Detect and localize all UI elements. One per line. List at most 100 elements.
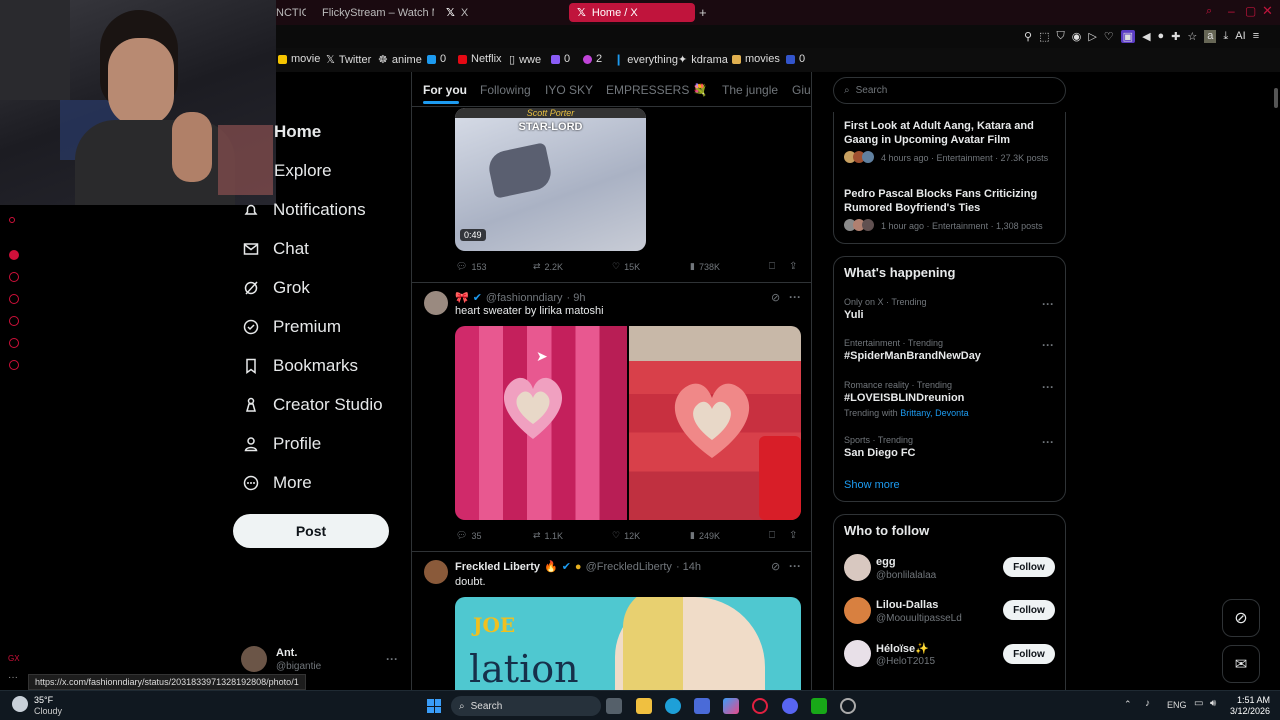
grok-float-button[interactable]: ⊘ bbox=[1222, 599, 1260, 637]
nav-notifications[interactable]: Notifications bbox=[243, 200, 366, 220]
tab-following[interactable]: Following bbox=[480, 83, 531, 97]
trend-name[interactable]: Yuli bbox=[844, 309, 864, 321]
views-button[interactable]: ▮ 249K bbox=[690, 530, 720, 541]
bookmark-item[interactable]: ❙ everything bbox=[614, 53, 678, 67]
close-icon[interactable]: ✕ bbox=[1262, 3, 1273, 19]
mic-icon[interactable]: ♪ bbox=[1145, 698, 1150, 709]
views-button[interactable]: ▮ 738K bbox=[690, 261, 720, 272]
tab-giul[interactable]: Giul bbox=[792, 83, 810, 97]
bookmark-item[interactable]: movies bbox=[732, 53, 780, 65]
sweater-image-2[interactable] bbox=[629, 326, 801, 520]
avatar[interactable] bbox=[424, 560, 448, 584]
author-name[interactable]: Freckled Liberty bbox=[455, 561, 540, 573]
browser-tab-active[interactable]: 𝕏 Home / X bbox=[569, 3, 695, 22]
avatar[interactable] bbox=[844, 554, 871, 581]
avatar[interactable] bbox=[241, 646, 267, 672]
play-icon[interactable] bbox=[9, 272, 19, 282]
windows-start-icon[interactable] bbox=[427, 699, 441, 713]
xbox-icon[interactable] bbox=[811, 698, 827, 714]
trend-name[interactable]: #LOVEISBLINDreunion bbox=[844, 392, 964, 404]
tweet-time[interactable]: · 14h bbox=[676, 561, 701, 573]
nav-grok[interactable]: Grok bbox=[243, 278, 310, 298]
post-button[interactable]: Post bbox=[233, 514, 389, 548]
profile-icon[interactable]: a bbox=[1204, 30, 1217, 43]
tweet-more-icon[interactable]: ··· bbox=[789, 559, 801, 573]
menu-icon[interactable]: ≡ bbox=[1253, 30, 1259, 43]
star-icon[interactable]: ☆ bbox=[1187, 30, 1197, 43]
nav-explore[interactable]: Explore bbox=[274, 161, 332, 181]
show-more-link[interactable]: Show more bbox=[844, 479, 900, 491]
clock-date[interactable]: 3/12/2026 bbox=[1226, 706, 1270, 716]
news-title[interactable]: Pedro Pascal Blocks Fans Criticizing Rum… bbox=[844, 187, 1056, 215]
more-icon[interactable]: ··· bbox=[8, 672, 18, 683]
trend-more-icon[interactable]: ··· bbox=[1042, 297, 1054, 311]
bookmark-icon[interactable] bbox=[9, 294, 19, 304]
follow-name[interactable]: Lilou-Dallas bbox=[876, 599, 938, 611]
reply-button[interactable]: 💬︎ 153 bbox=[456, 261, 486, 272]
ai-button[interactable]: AI bbox=[1235, 30, 1245, 43]
trend-more-icon[interactable]: ··· bbox=[1042, 380, 1054, 394]
messenger-icon[interactable] bbox=[9, 250, 19, 260]
repost-button[interactable]: ⇄ 2.2K bbox=[533, 261, 563, 272]
author-handle[interactable]: @FreckledLiberty bbox=[586, 561, 672, 573]
minimize-icon[interactable]: – bbox=[1228, 4, 1235, 18]
twitch-icon[interactable]: ▣ bbox=[1120, 30, 1136, 43]
bookmark-item[interactable]: movie bbox=[278, 53, 320, 65]
bookmark-item[interactable]: ☸ anime bbox=[378, 53, 422, 67]
tab-iyo-sky[interactable]: IYO SKY bbox=[545, 83, 593, 97]
trend-more-icon[interactable]: ··· bbox=[1042, 338, 1054, 352]
trend-name[interactable]: San Diego FC bbox=[844, 447, 916, 459]
tweet-media[interactable]: JOE lation bbox=[455, 597, 801, 690]
grok-icon[interactable]: ⊘ bbox=[771, 560, 780, 573]
settings-icon[interactable] bbox=[840, 698, 856, 714]
play-icon[interactable]: ▷ bbox=[1088, 30, 1096, 43]
grok-icon[interactable]: ⊘ bbox=[771, 291, 780, 304]
avatar[interactable] bbox=[424, 291, 448, 315]
bookmark-item[interactable]: 2 bbox=[583, 53, 602, 65]
bookmark-item[interactable]: 0 bbox=[427, 53, 446, 65]
opera-gx-icon[interactable] bbox=[752, 698, 768, 714]
task-view-icon[interactable] bbox=[606, 698, 622, 714]
video-player[interactable]: Scott Porter STAR-LORD 0:49 bbox=[455, 108, 646, 251]
follow-button[interactable]: Follow bbox=[1003, 644, 1055, 664]
follow-button[interactable]: Follow bbox=[1003, 557, 1055, 577]
account-name[interactable]: Ant. bbox=[276, 647, 297, 659]
tab-the-jungle[interactable]: The jungle bbox=[722, 83, 778, 97]
file-explorer-icon[interactable] bbox=[636, 698, 652, 714]
volume-icon[interactable]: 🔊︎ bbox=[1210, 698, 1216, 709]
repost-button[interactable]: ⇄ 1.1K bbox=[533, 530, 563, 541]
tab-for-you[interactable]: For you bbox=[423, 83, 467, 97]
avatar[interactable] bbox=[844, 597, 871, 624]
tray-chevron-icon[interactable]: ⌃ bbox=[1124, 699, 1132, 710]
browser-tab[interactable]: 𝕏X bbox=[446, 3, 486, 22]
nav-bookmarks[interactable]: Bookmarks bbox=[243, 356, 358, 376]
author-handle[interactable]: @fashionndiary bbox=[486, 292, 563, 304]
clock-time[interactable]: 1:51 AM bbox=[1236, 695, 1270, 705]
like-button[interactable]: ♡ 12K bbox=[612, 530, 640, 541]
tweet-time[interactable]: · 9h bbox=[567, 292, 586, 304]
shield-icon[interactable]: ⛉ bbox=[1056, 30, 1064, 43]
history-icon[interactable] bbox=[9, 316, 19, 326]
bookmark-icon[interactable]: ⎕ bbox=[769, 261, 775, 272]
follow-name[interactable]: Héloïse✨ bbox=[876, 642, 929, 655]
tweet-media[interactable] bbox=[455, 326, 801, 520]
screenshot-icon[interactable]: ⬚ bbox=[1039, 30, 1049, 43]
account-more-icon[interactable]: ··· bbox=[386, 652, 398, 666]
bookmark-item[interactable]: Netflix bbox=[458, 53, 502, 65]
pin-icon[interactable]: ⚲ bbox=[1024, 30, 1032, 43]
puzzle-icon[interactable]: ✚ bbox=[1171, 30, 1180, 43]
language-indicator[interactable]: ENG bbox=[1167, 700, 1187, 710]
new-tab-button[interactable]: + bbox=[699, 5, 707, 20]
taskbar-search[interactable]: ⌕ Search bbox=[451, 696, 601, 716]
record-icon[interactable]: ◉ bbox=[1072, 30, 1082, 43]
bookmark-item[interactable]: 𝕏 Twitter bbox=[326, 53, 371, 67]
news-title[interactable]: First Look at Adult Aang, Katara and Gaa… bbox=[844, 119, 1056, 147]
share-icon[interactable]: ⇪ bbox=[789, 261, 797, 272]
browser-tab[interactable]: NCTIO bbox=[276, 3, 306, 22]
store-icon[interactable] bbox=[694, 698, 710, 714]
trend-with-links[interactable]: Brittany, Devonta bbox=[900, 408, 968, 418]
follow-button[interactable]: Follow bbox=[1003, 600, 1055, 620]
reply-button[interactable]: 💬︎ 35 bbox=[456, 530, 481, 541]
bookmark-item[interactable]: ▯ wwe bbox=[509, 53, 541, 67]
search-input[interactable]: ⌕ Search bbox=[833, 77, 1066, 104]
